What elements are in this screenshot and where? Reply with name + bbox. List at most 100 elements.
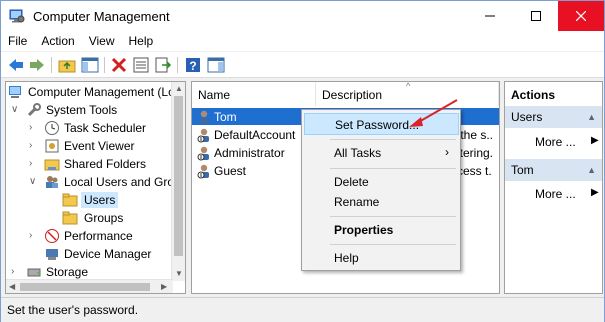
menu-separator: [330, 139, 456, 140]
tree-label: Performance: [64, 229, 133, 243]
submenu-arrow-icon: ›: [445, 145, 449, 159]
delete-icon[interactable]: [110, 56, 128, 74]
scroll-down-icon[interactable]: ▼: [175, 269, 183, 278]
expand-chevron-icon[interactable]: ›: [29, 158, 39, 170]
toolbar: ?: [1, 52, 604, 78]
tree-vertical-scrollbar[interactable]: ▲ ▼: [171, 82, 185, 281]
scroll-up-icon[interactable]: ▲: [175, 84, 183, 93]
menu-action[interactable]: Action: [34, 31, 81, 51]
user-name: DefaultAccount: [214, 128, 296, 142]
collapse-caret-icon[interactable]: ▲: [587, 165, 596, 175]
menu-help[interactable]: Help: [122, 31, 161, 51]
properties-icon[interactable]: [132, 56, 150, 74]
menu-bar: File Action View Help: [1, 31, 604, 51]
close-button[interactable]: [558, 1, 604, 31]
shared-folder-icon: [44, 159, 60, 171]
scrollbar-thumb[interactable]: [174, 96, 183, 256]
up-folder-icon[interactable]: [58, 56, 76, 74]
clock-icon: [45, 121, 59, 135]
tree-label: Shared Folders: [64, 157, 147, 171]
event-viewer-icon: [45, 139, 59, 153]
menu-item-delete[interactable]: Delete: [304, 171, 459, 193]
user-disabled-icon: [197, 128, 209, 143]
computer-management-window: Computer Management File Action View Hel…: [0, 0, 605, 322]
tree-label: Event Viewer: [64, 139, 135, 153]
menu-item-properties[interactable]: Properties: [304, 219, 459, 241]
computer-management-icon: [9, 9, 25, 23]
back-arrow-icon[interactable]: [7, 56, 25, 74]
console-tree-pane: Computer Management (Lo ∨ System Tools ›…: [5, 81, 186, 294]
tree-label: Groups: [84, 211, 124, 225]
scrollbar-thumb[interactable]: [20, 283, 150, 291]
performance-icon: [45, 229, 59, 243]
expand-chevron-icon[interactable]: ›: [11, 266, 21, 278]
scroll-left-icon[interactable]: ◀: [9, 282, 15, 291]
toolbar-separator: [51, 57, 52, 73]
tree-label-selected: Users: [81, 192, 119, 208]
actions-more-tom[interactable]: More ...: [535, 187, 576, 201]
sort-caret-icon: ^: [406, 81, 411, 91]
computer-management-icon: [9, 86, 21, 98]
expand-chevron-icon[interactable]: ›: [29, 230, 39, 242]
scroll-right-icon[interactable]: ▶: [161, 282, 167, 291]
user-disabled-icon: [197, 164, 209, 179]
svg-text:?: ?: [189, 59, 196, 73]
tree-label: Task Scheduler: [64, 121, 147, 135]
menu-item-rename[interactable]: Rename: [304, 191, 459, 213]
column-header-name[interactable]: Name: [192, 82, 316, 106]
help-icon[interactable]: ?: [184, 56, 202, 74]
tree-label: Device Manager: [64, 247, 152, 261]
menu-item-help[interactable]: Help: [304, 247, 459, 269]
status-bar: Set the user's password.: [1, 297, 604, 322]
user-name: Guest: [214, 164, 247, 178]
folder-icon: [62, 193, 78, 207]
menu-separator: [330, 168, 456, 169]
collapse-chevron-icon[interactable]: ∨: [29, 176, 39, 188]
collapse-chevron-icon[interactable]: ∨: [11, 104, 21, 116]
export-list-icon[interactable]: [154, 56, 172, 74]
user-icon: [199, 110, 209, 124]
actions-section-tom[interactable]: Tom ▲: [505, 159, 602, 181]
section-label: Users: [511, 110, 543, 124]
status-text: Set the user's password.: [7, 303, 139, 317]
device-manager-icon: [46, 249, 58, 260]
menu-view[interactable]: View: [82, 31, 122, 51]
section-label: Tom: [511, 163, 534, 177]
maximize-button[interactable]: [513, 1, 559, 31]
expand-chevron-icon[interactable]: ›: [29, 140, 39, 152]
show-hide-tree-icon[interactable]: [81, 56, 99, 74]
submenu-arrow-icon: ▶: [591, 135, 599, 146]
tree-horizontal-scrollbar[interactable]: ◀ ▶: [6, 279, 173, 293]
tools-icon: [27, 103, 41, 117]
tree-label: Storage: [46, 265, 89, 279]
user-name: Tom: [214, 110, 237, 124]
actions-section-users[interactable]: Users ▲: [505, 106, 602, 128]
actions-more-users[interactable]: More ...: [535, 135, 576, 149]
user-name: Administrator: [214, 146, 285, 160]
window-title: Computer Management: [33, 9, 170, 24]
menu-item-all-tasks[interactable]: All Tasks ›: [304, 142, 459, 164]
user-disabled-icon: [197, 146, 209, 161]
menu-file[interactable]: File: [1, 31, 34, 51]
actions-pane: Actions Users ▲ More ... ▶ Tom ▲ More ..…: [504, 81, 603, 294]
menu-separator: [330, 244, 456, 245]
actions-title: Actions: [505, 82, 602, 106]
folder-icon: [62, 211, 78, 225]
collapse-caret-icon[interactable]: ▲: [587, 112, 596, 122]
close-icon: [576, 11, 586, 21]
storage-icon: [27, 268, 41, 277]
tree-label: Local Users and Grou: [64, 175, 181, 189]
tree-label: Computer Management (Lo: [28, 85, 175, 99]
expand-chevron-icon[interactable]: ›: [29, 122, 39, 134]
maximize-icon: [531, 11, 541, 21]
submenu-arrow-icon: ▶: [591, 187, 599, 198]
minimize-button[interactable]: [467, 1, 513, 31]
minimize-icon: [485, 15, 495, 17]
toolbar-separator: [177, 57, 178, 73]
annotation-arrow-icon: [409, 99, 458, 127]
tree-label: System Tools: [46, 103, 118, 117]
title-bar: Computer Management: [1, 1, 604, 31]
forward-arrow-icon[interactable]: [28, 56, 46, 74]
menu-separator: [330, 216, 456, 217]
show-hide-action-pane-icon[interactable]: [207, 56, 225, 74]
